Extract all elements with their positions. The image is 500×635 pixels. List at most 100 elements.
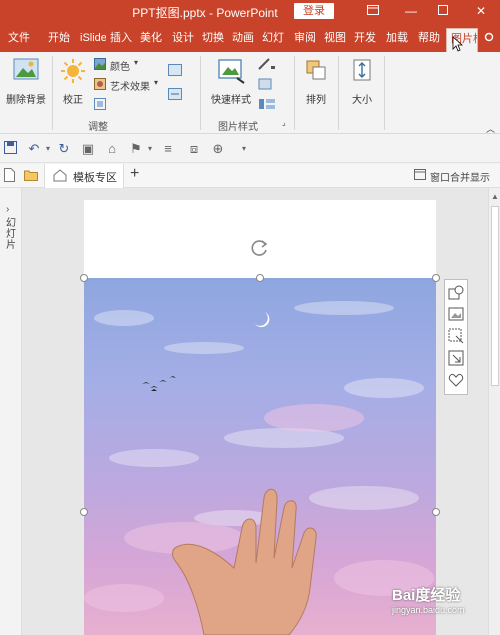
- sun-icon: [61, 59, 85, 83]
- align-icon[interactable]: ≡: [160, 141, 176, 157]
- floating-picture-tools: [444, 279, 468, 395]
- picture-effects-icon[interactable]: [258, 78, 276, 93]
- picture-adjust-icon[interactable]: [448, 306, 464, 322]
- quick-access-toolbar: ↶ ▾ ↻ ▣ ⌂ ⚑ ▾ ≡ ⧈ ⊕ ▾: [0, 135, 500, 163]
- thumbnail-pane: › 幻灯片: [0, 188, 22, 635]
- maximize-icon[interactable]: [430, 0, 456, 22]
- quick-styles-label: 快速样式: [211, 95, 251, 106]
- group-separator: [384, 56, 385, 130]
- window-title: PPT抠图.pptx - PowerPoint: [132, 6, 278, 20]
- resize-handle-top-left[interactable]: [80, 274, 88, 282]
- group-picture-styles-label: 图片样式: [218, 122, 258, 133]
- folder-icon[interactable]: [24, 169, 38, 184]
- selected-picture[interactable]: [84, 278, 436, 635]
- home-icon: [53, 169, 67, 182]
- color-button[interactable]: 颜色: [110, 58, 130, 73]
- tab-help[interactable]: 帮助: [414, 28, 444, 52]
- tab-addins[interactable]: 加载: [382, 28, 412, 52]
- search-icon[interactable]: [480, 28, 500, 52]
- corrections-label: 校正: [63, 95, 83, 106]
- group-separator: [338, 56, 339, 130]
- tab-view[interactable]: 视图: [320, 28, 350, 52]
- color-icon[interactable]: [94, 58, 106, 73]
- quick-styles-button[interactable]: 快速样式: [206, 58, 256, 108]
- remove-background-label: 删除背景: [6, 95, 46, 106]
- arrange-label: 排列: [306, 95, 326, 106]
- merge-window-button[interactable]: 窗口合并显示: [430, 169, 490, 184]
- presenter-icon[interactable]: ⌂: [104, 141, 120, 157]
- add-tab-button[interactable]: +: [130, 165, 139, 183]
- remove-background-button[interactable]: 删除背景: [4, 58, 48, 108]
- expand-pane-icon[interactable]: ›: [6, 204, 9, 215]
- transparency-icon[interactable]: [94, 98, 106, 113]
- tab-template-zone[interactable]: 模板专区: [44, 164, 124, 188]
- tab-developer[interactable]: 开发: [350, 28, 380, 52]
- tab-design[interactable]: 设计: [168, 28, 198, 52]
- change-picture-icon[interactable]: [168, 88, 182, 103]
- remove-background-icon: [13, 58, 39, 80]
- tab-home[interactable]: 开始: [44, 28, 74, 52]
- customize-toolbar-icon[interactable]: ▾: [236, 141, 252, 157]
- ribbon-display-icon[interactable]: [360, 0, 386, 22]
- ribbon-body: 删除背景 校正 颜色 ▾ 艺术效果 ▾ 调整 快速样式 图片样式 ⌟ 排列 大小…: [0, 52, 500, 134]
- picture-border-icon[interactable]: [258, 58, 276, 73]
- crop-icon[interactable]: ⊕: [210, 141, 226, 157]
- favorite-heart-icon[interactable]: [448, 372, 464, 388]
- ribbon-tabs: 文件 开始 iSlide 插入 美化 设计 切换 动画 幻灯 审阅 视图 开发 …: [0, 22, 500, 52]
- art-effects-dropdown-icon[interactable]: ▾: [154, 78, 158, 87]
- save-icon[interactable]: [2, 141, 18, 157]
- minimize-icon[interactable]: —: [398, 0, 424, 22]
- art-effects-button[interactable]: 艺术效果: [110, 78, 150, 93]
- tab-insert[interactable]: 插入: [106, 28, 136, 52]
- scroll-up-icon[interactable]: ▲: [491, 192, 499, 201]
- watermark-main: Bai度经验: [392, 587, 461, 604]
- resize-picture-icon[interactable]: [448, 350, 464, 366]
- picture-icon[interactable]: ▣: [80, 141, 96, 157]
- baidu-watermark: Bai度经验 jingyan.baidu.com: [392, 584, 465, 615]
- vertical-scrollbar[interactable]: ▲: [488, 188, 500, 635]
- group-adjust-label: 调整: [88, 122, 108, 133]
- tab-animations[interactable]: 动画: [228, 28, 258, 52]
- scroll-thumb[interactable]: [491, 206, 499, 386]
- group-separator: [294, 56, 295, 130]
- tab-file[interactable]: 文件: [4, 28, 34, 52]
- merge-window-icon[interactable]: [414, 169, 426, 183]
- resize-handle-top-right[interactable]: [432, 274, 440, 282]
- login-button[interactable]: 登录: [294, 3, 334, 19]
- picture-layout-icon[interactable]: [258, 98, 276, 113]
- shape-fill-icon[interactable]: [448, 284, 464, 300]
- undo-dropdown-icon[interactable]: ▾: [40, 141, 56, 157]
- close-icon[interactable]: ✕: [468, 0, 494, 22]
- title-bar: PPT抠图.pptx - PowerPoint 登录 — ✕: [0, 0, 500, 22]
- format-painter-dropdown-icon[interactable]: ▾: [142, 141, 158, 157]
- arrange-button[interactable]: 排列: [300, 58, 332, 108]
- size-label: 大小: [352, 95, 372, 106]
- color-dropdown-icon[interactable]: ▾: [134, 58, 138, 67]
- tab-islide[interactable]: iSlide: [76, 28, 106, 52]
- tab-review[interactable]: 审阅: [290, 28, 320, 52]
- dialog-launcher-icon[interactable]: ⌟: [282, 118, 286, 127]
- tab-transitions[interactable]: 切换: [198, 28, 228, 52]
- new-document-icon[interactable]: [4, 168, 15, 185]
- tab-beautify[interactable]: 美化: [136, 28, 166, 52]
- rotate-handle-icon[interactable]: [250, 238, 270, 261]
- sky-hand-image: [84, 301, 434, 635]
- art-effects-icon[interactable]: [94, 78, 106, 93]
- distribute-icon[interactable]: ⧈: [186, 141, 202, 157]
- document-tab-bar: 模板专区 + 窗口合并显示: [0, 164, 500, 188]
- resize-handle-top[interactable]: [256, 274, 264, 282]
- corrections-button[interactable]: 校正: [56, 58, 90, 108]
- redo-icon[interactable]: ↻: [56, 141, 72, 157]
- collapse-ribbon-icon[interactable]: ︿: [486, 122, 495, 135]
- resize-handle-left[interactable]: [80, 508, 88, 516]
- group-separator: [52, 56, 53, 130]
- quick-styles-icon: [218, 59, 245, 84]
- watermark-sub: jingyan.baidu.com: [392, 605, 465, 615]
- slides-pane-label[interactable]: 幻灯片: [6, 218, 18, 251]
- resize-handle-right[interactable]: [432, 508, 440, 516]
- size-button[interactable]: 大小: [346, 58, 378, 108]
- group-separator: [200, 56, 201, 130]
- crop-picture-icon[interactable]: [448, 328, 464, 344]
- compress-pictures-icon[interactable]: [168, 64, 182, 79]
- tab-slideshow[interactable]: 幻灯: [258, 28, 288, 52]
